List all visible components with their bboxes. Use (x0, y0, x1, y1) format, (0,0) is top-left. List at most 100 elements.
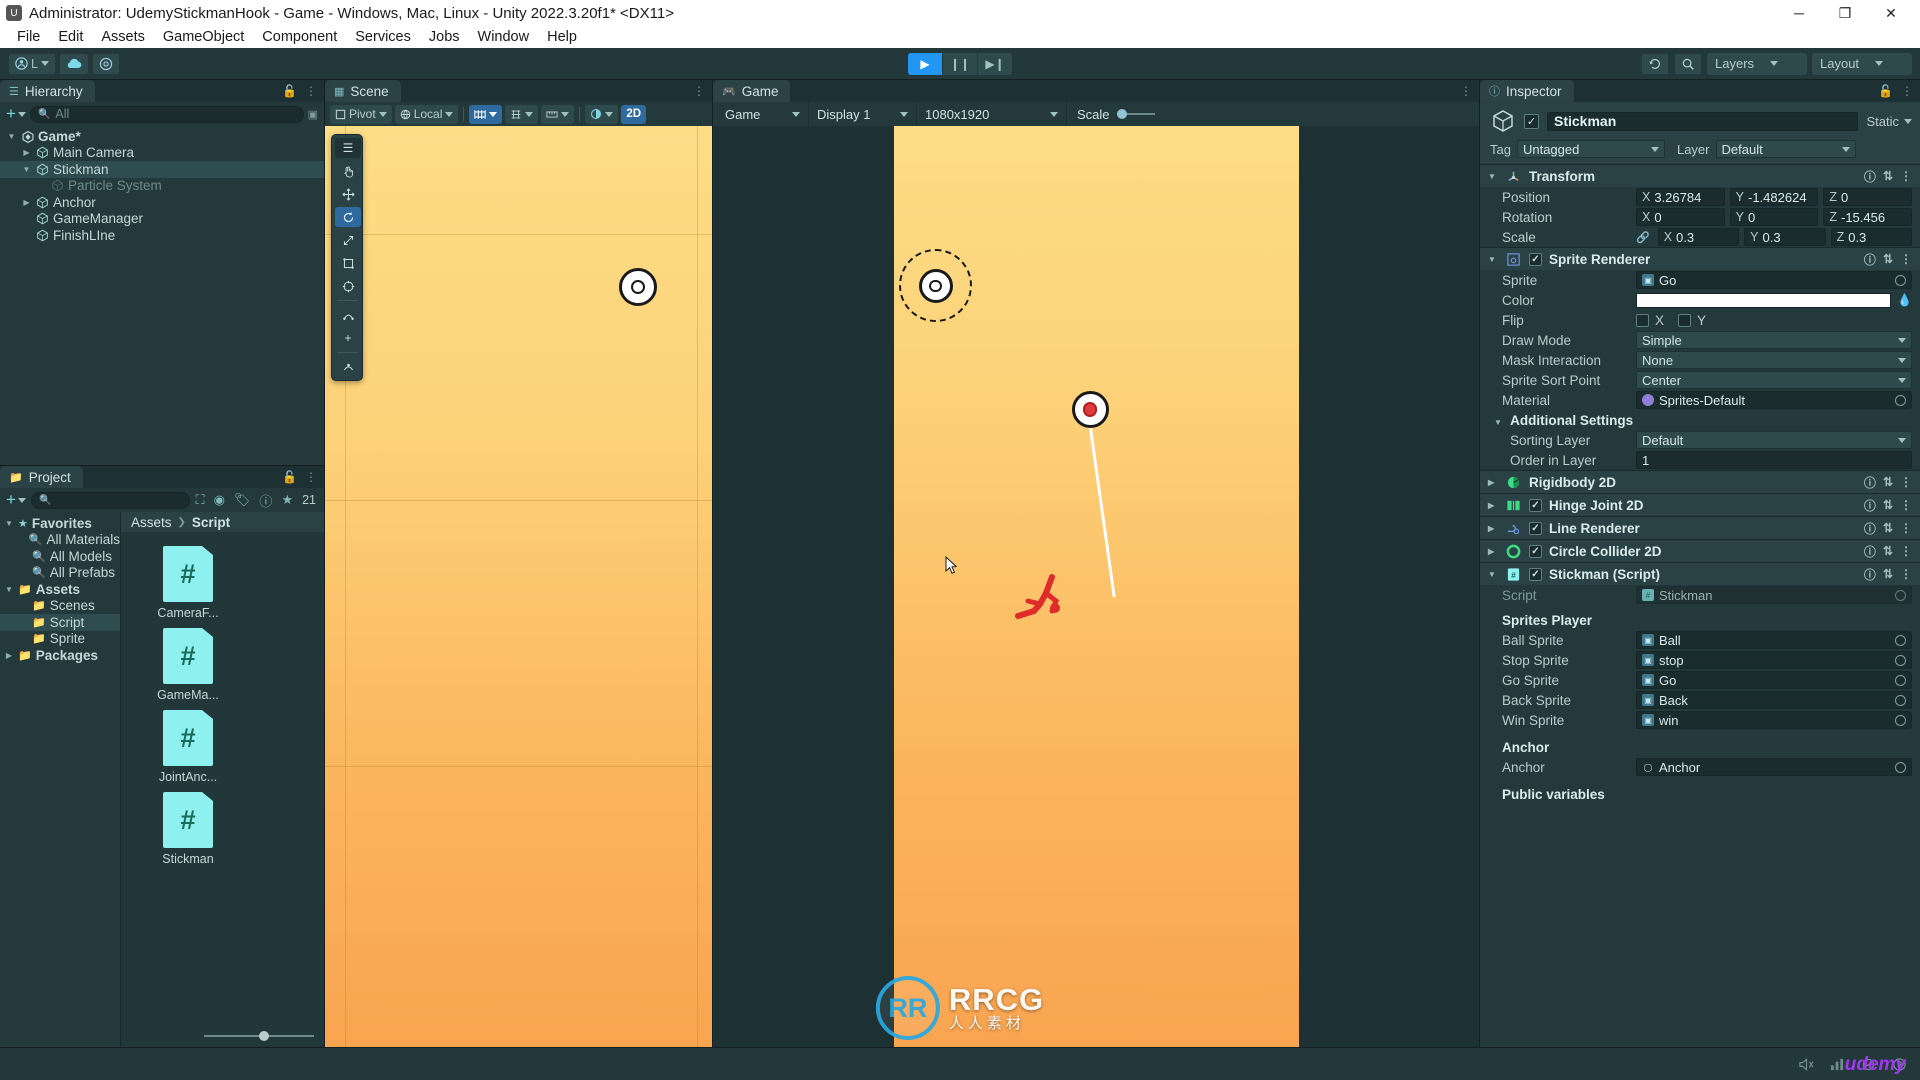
breadcrumb-script[interactable]: Script (192, 515, 230, 530)
object-picker-icon[interactable] (1895, 394, 1906, 406)
help-icon[interactable]: ⓘ (1864, 520, 1876, 537)
toggle-2d-button[interactable]: 2D (621, 104, 647, 124)
transform-scale-x-input[interactable]: X 0.3 (1657, 228, 1740, 246)
project-tree-item-script[interactable]: 📁 Script (0, 614, 120, 631)
component-header[interactable]: ▶ ✓ Hinge Joint 2D ⓘ ⇅ ⋮ (1480, 494, 1920, 516)
snap-settings-button[interactable] (541, 104, 575, 124)
chevron-down-icon[interactable]: ▼ (6, 132, 17, 141)
filter-label-icon[interactable]: 🏷 (234, 492, 251, 508)
preset-icon[interactable]: ⇅ (1883, 567, 1893, 581)
asset-item[interactable]: # JointAnc... (149, 710, 227, 784)
project-tree-item-sprite[interactable]: 📁 Sprite (0, 631, 120, 648)
help-icon[interactable]: ⓘ (1864, 168, 1876, 185)
custom-tool-b-button[interactable] (335, 357, 361, 377)
menu-item-jobs[interactable]: Jobs (420, 26, 469, 48)
script-sprite-object-field[interactable]: ▣ stop (1636, 651, 1912, 669)
rotate-tool-button[interactable] (335, 207, 361, 227)
undo-history-button[interactable] (1641, 52, 1669, 75)
step-button[interactable]: ▶❙ (978, 52, 1012, 75)
scene-lighting-button[interactable] (585, 104, 619, 124)
transform-rotation-x-input[interactable]: X0 (1636, 208, 1725, 226)
scene-ball-object[interactable] (619, 268, 657, 306)
chevron-right-icon[interactable]: ▶ (4, 651, 14, 660)
lock-icon[interactable]: 🔓 (1878, 84, 1893, 98)
panel-menu-icon[interactable]: ⋮ (1901, 84, 1913, 98)
project-search-input[interactable]: 🔍 (30, 491, 191, 509)
project-tree-item-all-models[interactable]: 🔍 All Models (0, 548, 120, 565)
asset-item[interactable]: # GameMa... (149, 628, 227, 702)
transform-scale-z-input[interactable]: Z 0.3 (1830, 228, 1913, 246)
transform-position-z-input[interactable]: Z0 (1823, 188, 1913, 206)
help-icon[interactable]: ⓘ (1864, 497, 1876, 514)
project-tree-item-assets[interactable]: ▼ 📁 Assets (0, 581, 120, 598)
minimize-button[interactable]: ─ (1776, 0, 1822, 26)
hierarchy-item-stickman[interactable]: ▼ Stickman (0, 161, 324, 178)
chevron-down-icon[interactable]: ▼ (4, 585, 14, 594)
lock-icon[interactable]: 🔓 (282, 470, 297, 484)
open-window-icon[interactable]: ⛶ (195, 492, 204, 508)
project-tree-item-all-materials[interactable]: 🔍 All Materials (0, 532, 120, 549)
script-sprite-object-field[interactable]: ▣ Back (1636, 691, 1912, 709)
menu-item-file[interactable]: File (8, 26, 49, 48)
help-icon[interactable]: ⓘ (1864, 566, 1876, 583)
slider-knob[interactable] (259, 1031, 269, 1041)
hierarchy-item-finishline[interactable]: FinishLIne (0, 227, 324, 244)
object-name-input[interactable]: Stickman (1547, 111, 1859, 131)
menu-item-window[interactable]: Window (469, 26, 539, 48)
object-picker-icon[interactable] (1895, 694, 1906, 706)
component-enabled-checkbox[interactable]: ✓ (1529, 498, 1542, 512)
tool-handle[interactable]: ☰ (335, 138, 361, 158)
project-tree-item-all-prefabs[interactable]: 🔍 All Prefabs (0, 565, 120, 582)
scale-slider-group[interactable]: Scale (1067, 107, 1165, 122)
component-menu-icon[interactable]: ⋮ (1900, 252, 1912, 266)
sorting-layer-dropdown[interactable]: Default (1636, 431, 1912, 449)
additional-settings-header[interactable]: ▼ Additional Settings (1480, 410, 1920, 430)
component-header[interactable]: ▶ ✓ Circle Collider 2D ⓘ ⇅ ⋮ (1480, 540, 1920, 562)
hierarchy-item-gamemanager[interactable]: GameManager (0, 211, 324, 228)
eyedropper-icon[interactable]: 💧 (1897, 293, 1912, 307)
mask-interaction-dropdown[interactable]: None (1636, 351, 1912, 369)
local-dropdown[interactable]: Local (394, 104, 459, 124)
color-swatch-field[interactable] (1636, 292, 1892, 308)
play-button[interactable]: ▶ (908, 52, 942, 75)
services-button[interactable] (91, 52, 120, 75)
aspect-dropdown[interactable]: Game (717, 102, 809, 126)
transform-position-x-input[interactable]: X 3.26784 (1636, 188, 1725, 206)
component-menu-icon[interactable]: ⋮ (1900, 521, 1912, 535)
hierarchy-item-anchor[interactable]: ▶ Anchor (0, 194, 324, 211)
tab-inspector[interactable]: ⓘ Inspector (1480, 80, 1574, 102)
scale-lock-icon[interactable]: 🔗 (1636, 231, 1650, 244)
object-picker-icon[interactable] (1895, 674, 1906, 686)
pause-button[interactable]: ❙❙ (943, 52, 977, 75)
cloud-button[interactable] (58, 52, 89, 75)
chevron-right-icon[interactable]: ▶ (1488, 478, 1498, 487)
component-menu-icon[interactable]: ⋮ (1900, 169, 1912, 183)
move-tool-button[interactable] (335, 184, 361, 204)
menu-item-services[interactable]: Services (346, 26, 420, 48)
breadcrumb-assets[interactable]: Assets (131, 515, 172, 530)
hierarchy-item-particle-system[interactable]: Particle System (0, 178, 324, 195)
scale-tool-button[interactable] (335, 230, 361, 250)
search-button[interactable] (1674, 52, 1702, 75)
panel-menu-icon[interactable]: ⋮ (1460, 84, 1472, 98)
chevron-right-icon[interactable]: ▶ (21, 198, 32, 207)
object-picker-icon[interactable] (1895, 634, 1906, 646)
view-options-button[interactable] (469, 104, 503, 124)
help-icon[interactable]: ⓘ (1864, 543, 1876, 560)
filter-favorite-icon[interactable]: ★ (281, 492, 293, 508)
transform-position-y-input[interactable]: Y -1.482624 (1729, 188, 1819, 206)
draw-mode-dropdown[interactable]: Simple (1636, 331, 1912, 349)
maximize-button[interactable]: ❐ (1822, 0, 1868, 26)
transform-rotation-y-input[interactable]: Y0 (1729, 208, 1819, 226)
scale-knob[interactable] (1116, 109, 1127, 119)
sprite-renderer-enabled-checkbox[interactable]: ✓ (1529, 252, 1542, 266)
chevron-down-icon[interactable]: ▼ (21, 165, 32, 174)
transform-tool-button[interactable] (335, 276, 361, 296)
object-picker-icon[interactable] (1895, 274, 1906, 286)
preset-icon[interactable]: ⇅ (1883, 521, 1893, 535)
hierarchy-search-menu-icon[interactable]: ▣ (308, 108, 318, 121)
object-enabled-checkbox[interactable]: ✓ (1524, 113, 1539, 129)
script-enabled-checkbox[interactable]: ✓ (1529, 567, 1542, 581)
anchor-object-field[interactable]: ◯ Anchor (1636, 758, 1912, 776)
component-menu-icon[interactable]: ⋮ (1900, 544, 1912, 558)
